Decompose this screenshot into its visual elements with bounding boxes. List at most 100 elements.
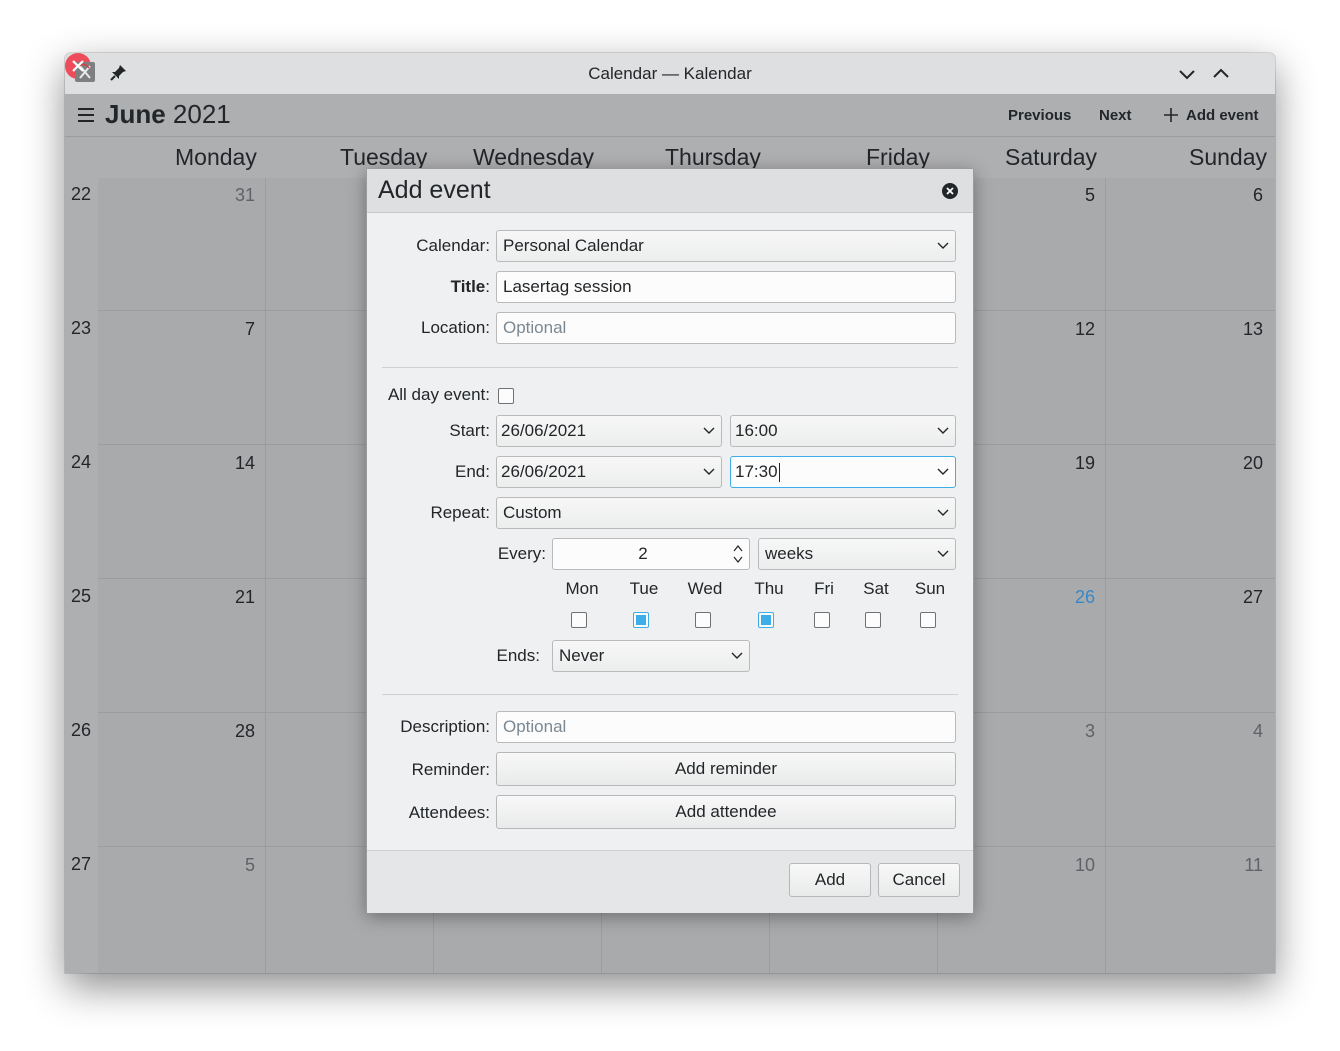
- weekday-checkbox-tue[interactable]: [633, 612, 649, 628]
- dialog-close-icon[interactable]: [941, 182, 959, 200]
- weekday-checkbox-sat[interactable]: [865, 612, 881, 628]
- previous-button[interactable]: Previous: [1008, 107, 1071, 124]
- repeat-select[interactable]: Custom: [496, 497, 956, 529]
- grid-line: [1105, 178, 1106, 973]
- today-day-number[interactable]: 26: [1055, 587, 1095, 608]
- add-event-button[interactable]: Add event: [1162, 104, 1259, 126]
- every-spinbox[interactable]: 2: [552, 538, 750, 570]
- day-header-friday: Friday: [866, 144, 930, 170]
- day-cell-number[interactable]: 20: [1223, 453, 1263, 474]
- description-input[interactable]: Optional: [496, 711, 956, 743]
- every-unit-select[interactable]: weeks: [758, 538, 956, 570]
- week-number: 22: [71, 184, 92, 204]
- month-title: June 2021: [105, 99, 231, 130]
- weekday-checkbox-mon[interactable]: [571, 612, 587, 628]
- chevron-down-icon: [937, 468, 949, 475]
- chevron-down-icon: [937, 509, 949, 516]
- add-reminder-button[interactable]: Add reminder: [496, 752, 956, 786]
- day-header-wednesday: Wednesday: [473, 144, 595, 170]
- day-cell-number[interactable]: 5: [215, 855, 255, 876]
- maximize-button[interactable]: [1209, 62, 1233, 86]
- weekday-checkbox-sun[interactable]: [920, 612, 936, 628]
- weekday-checkbox-thu[interactable]: [758, 612, 774, 628]
- day-cell-number[interactable]: 14: [215, 453, 255, 474]
- window-title: Calendar — Kalendar: [588, 64, 752, 83]
- week-number: 24: [71, 452, 92, 472]
- week-number: 25: [71, 586, 92, 606]
- day-cell-number[interactable]: 12: [1055, 319, 1095, 340]
- calendar-select-value: Personal Calendar: [503, 236, 644, 255]
- day-cell-number[interactable]: 27: [1223, 587, 1263, 608]
- add-button[interactable]: Add: [789, 863, 871, 897]
- title-label-colon: :: [485, 277, 490, 296]
- minimize-button[interactable]: [1175, 62, 1199, 86]
- day-cell-number[interactable]: 19: [1055, 453, 1095, 474]
- dialog-header: Add event: [367, 169, 973, 213]
- month-label: June: [105, 99, 166, 129]
- repeat-value: Custom: [503, 503, 562, 522]
- add-attendee-button[interactable]: Add attendee: [496, 795, 956, 829]
- text-cursor: [778, 463, 780, 483]
- day-cell-number[interactable]: 21: [215, 587, 255, 608]
- every-label: Every:: [497, 544, 546, 563]
- year-label: 2021: [172, 99, 231, 129]
- start-date-select[interactable]: 26/06/2021: [496, 415, 722, 447]
- title-label-text: Title: [450, 277, 486, 296]
- day-cell-number[interactable]: 28: [215, 721, 255, 742]
- day-cell-number[interactable]: 7: [215, 319, 255, 340]
- title-input[interactable]: Lasertag session: [496, 271, 956, 303]
- dialog-footer: Add Cancel: [367, 850, 973, 913]
- day-cell-number[interactable]: 10: [1055, 855, 1095, 876]
- repeat-label: Repeat:: [430, 503, 490, 522]
- all-day-checkbox[interactable]: [498, 388, 514, 404]
- ends-select[interactable]: Never: [552, 640, 750, 672]
- reminder-label: Reminder:: [411, 760, 490, 779]
- separator: [382, 694, 958, 695]
- weekday-label-wed: Wed: [687, 579, 723, 598]
- plus-icon: [1164, 108, 1178, 122]
- day-cell-number[interactable]: 5: [1055, 185, 1095, 206]
- day-cell-number[interactable]: 13: [1223, 319, 1263, 340]
- weekday-checkbox-wed[interactable]: [695, 612, 711, 628]
- day-cell-number[interactable]: 3: [1055, 721, 1095, 742]
- weekday-label-fri: Fri: [814, 579, 834, 598]
- day-header-monday: Monday: [175, 144, 257, 170]
- grid-line: [265, 178, 266, 973]
- every-value: 2: [638, 544, 648, 563]
- chevron-down-icon: [937, 427, 949, 434]
- all-day-label: All day event:: [387, 385, 490, 404]
- start-time-select[interactable]: 16:00: [730, 415, 956, 447]
- cancel-button[interactable]: Cancel: [878, 863, 960, 897]
- weekday-label-tue: Tue: [629, 579, 659, 598]
- day-cell-number[interactable]: 11: [1223, 855, 1263, 876]
- day-cell-number[interactable]: 6: [1223, 185, 1263, 206]
- day-header-sunday: Sunday: [1189, 144, 1268, 170]
- description-label: Description:: [400, 717, 490, 736]
- start-date-value: 26/06/2021: [501, 421, 587, 440]
- end-time-value: 17:30: [735, 462, 778, 481]
- start-time-value: 16:00: [735, 421, 778, 440]
- location-input[interactable]: Optional: [496, 312, 956, 344]
- dialog-title: Add event: [378, 176, 491, 204]
- next-button[interactable]: Next: [1099, 107, 1132, 124]
- title-bar: Calendar — Kalendar: [65, 53, 1275, 95]
- end-label: End:: [455, 462, 490, 481]
- weekday-label-sun: Sun: [914, 579, 946, 598]
- close-window-button[interactable]: [65, 53, 91, 79]
- end-time-input[interactable]: 17:30: [730, 456, 956, 488]
- spin-arrows-icon[interactable]: [733, 543, 743, 565]
- chevron-down-icon: [731, 652, 743, 659]
- location-label: Location:: [421, 318, 490, 337]
- hamburger-menu-icon[interactable]: [78, 107, 96, 123]
- ends-label: Ends:: [496, 646, 540, 665]
- calendar-select[interactable]: Personal Calendar: [496, 230, 956, 262]
- day-cell-number[interactable]: 31: [215, 185, 255, 206]
- day-cell-number[interactable]: 4: [1223, 721, 1263, 742]
- add-event-label: Add event: [1186, 106, 1259, 124]
- end-date-select[interactable]: 26/06/2021: [496, 456, 722, 488]
- weekday-label-mon: Mon: [565, 579, 599, 598]
- title-label: Title:: [367, 277, 490, 297]
- chevron-down-icon: [937, 550, 949, 557]
- week-number: 27: [71, 854, 92, 874]
- weekday-checkbox-fri[interactable]: [814, 612, 830, 628]
